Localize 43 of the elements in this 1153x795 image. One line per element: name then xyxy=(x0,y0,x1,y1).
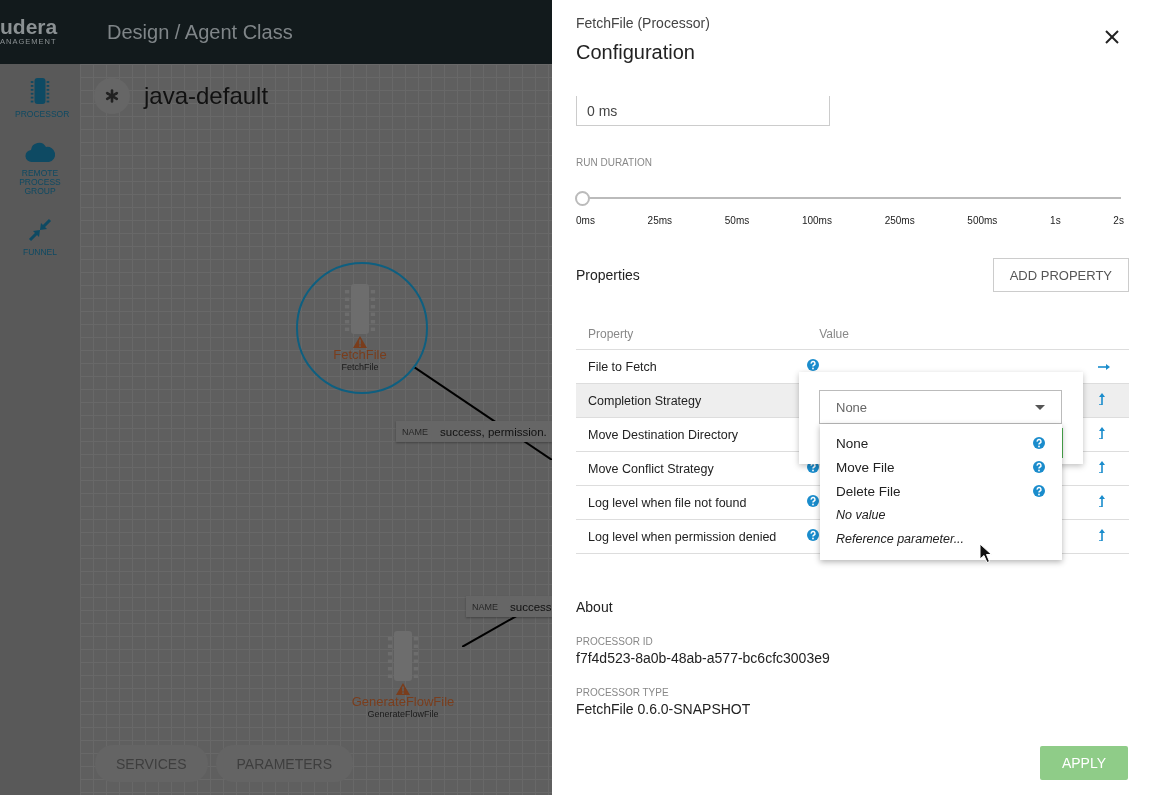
label-key: NAME xyxy=(472,601,498,612)
field-label: RUN DURATION xyxy=(576,157,653,168)
processor-type: GenerateFlowFile xyxy=(367,709,439,719)
tick-label: 50ms xyxy=(724,215,750,226)
tick-label: 25ms xyxy=(647,215,673,226)
label-value: success, permission. xyxy=(440,425,547,438)
column-header: Property xyxy=(576,318,808,350)
tick-label: 2s xyxy=(1113,215,1124,226)
section-title: Properties xyxy=(576,267,640,283)
property-name: Log level when file not found xyxy=(576,485,808,520)
panel-subtitle: FetchFile (Processor) xyxy=(576,15,710,31)
column-header: Value xyxy=(807,318,861,350)
field-value: FetchFile 0.6.0-SNAPSHOT xyxy=(576,701,752,717)
dropdown-option[interactable]: Delete File xyxy=(820,479,1062,503)
field-value: f7f4d523-8a0b-48ab-a577-bc6cfc3003e9 xyxy=(576,650,831,666)
tick-label: 500ms xyxy=(967,215,998,226)
dropdown-option[interactable]: Move File xyxy=(820,455,1062,479)
add-property-button[interactable]: ADD PROPERTY xyxy=(992,258,1129,292)
tick-label: 100ms xyxy=(801,215,832,226)
dropdown-option[interactable]: No value xyxy=(820,503,1062,527)
property-name: Log level when permission denied xyxy=(576,519,808,554)
dropdown-option[interactable]: Reference parameter... xyxy=(820,527,1062,551)
select-field[interactable]: None xyxy=(819,390,1062,424)
label-value: success xyxy=(510,600,552,613)
tick-label: 1s xyxy=(1050,215,1061,226)
processor-type: FetchFile xyxy=(341,362,379,372)
select-value: None xyxy=(836,399,868,415)
logo-text: udera xyxy=(0,17,58,37)
tick-label: 250ms xyxy=(884,215,915,226)
dropdown-option[interactable]: None xyxy=(820,431,1062,455)
processor-name: GenerateFlowFile xyxy=(351,695,455,709)
section-title: About xyxy=(576,599,614,615)
field-label: PROCESSOR TYPE xyxy=(576,687,670,698)
sidebar-label: REMOTE PROCESS GROUP xyxy=(18,169,62,196)
label-key: NAME xyxy=(402,426,428,437)
sidebar-label: FUNNEL xyxy=(22,248,58,257)
panel-title: Configuration xyxy=(576,41,695,64)
tick-label: 0ms xyxy=(576,215,595,226)
page-title: Design / Agent Class xyxy=(107,20,293,44)
input-field[interactable]: 0 ms xyxy=(576,96,830,126)
flow-title: java-default xyxy=(144,82,269,110)
field-label: PROCESSOR ID xyxy=(576,636,654,647)
processor-name: FetchFile xyxy=(333,348,387,362)
